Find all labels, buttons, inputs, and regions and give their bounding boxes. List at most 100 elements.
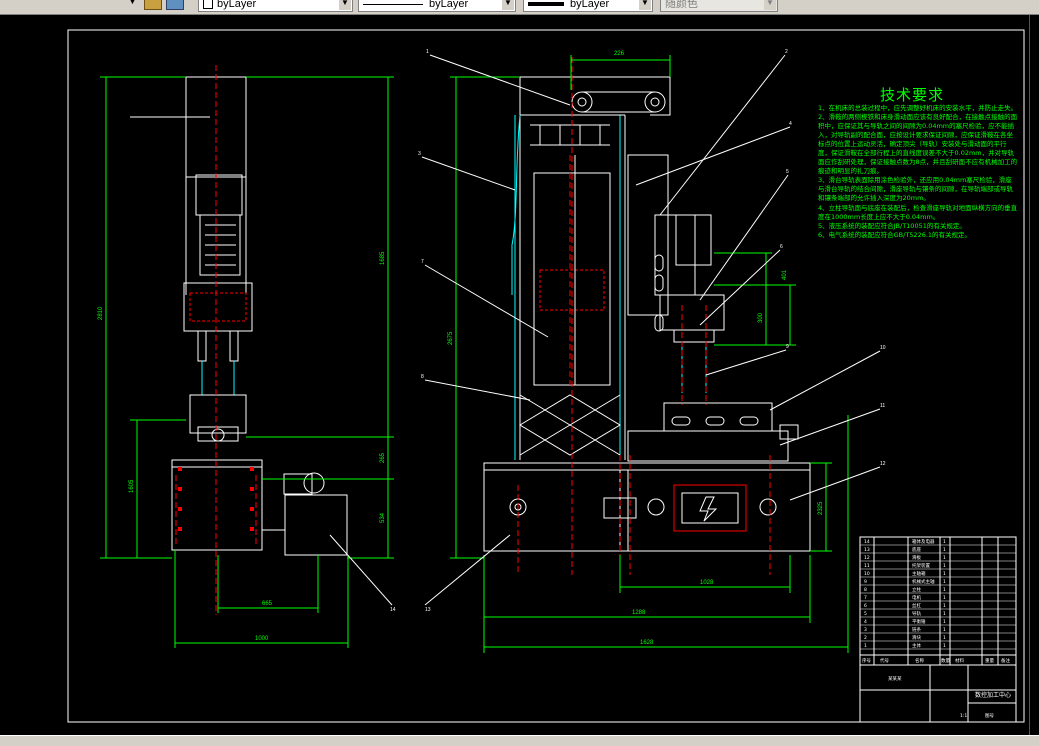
- tb-row-num: 14: [864, 539, 870, 545]
- side-view-dimensions: [100, 76, 394, 648]
- lineweight-preview: [528, 2, 564, 7]
- tb-row-qty: 1: [943, 619, 946, 625]
- tb-row-qty: 1: [943, 539, 946, 545]
- tb-row-qty: 1: [943, 643, 946, 649]
- note-item: 3、滑台导轨表面除用涂色检验外，还应用0.04mm塞尺检验，滑座与滑台导轨的结合…: [818, 176, 1013, 203]
- tb-row-num: 13: [864, 547, 870, 553]
- leader-label: 1: [426, 49, 429, 55]
- dim-left-bottom-total: 1000: [255, 636, 269, 642]
- tb-row-name: 主轴箱: [912, 570, 926, 577]
- dim-left-total: 2810: [98, 306, 104, 320]
- lineweight-combo-value: byLayer: [570, 0, 610, 10]
- tb-row-name: 立柱: [912, 586, 921, 593]
- tb-row-num: 9: [864, 579, 867, 585]
- tb-row-qty: 1: [943, 603, 946, 609]
- tb-row-name: 电机: [912, 594, 921, 601]
- linetype-preview: [363, 3, 423, 5]
- leader-label: 11: [880, 403, 885, 409]
- tb-row-qty: 1: [943, 579, 946, 585]
- leader-label: 6: [780, 244, 783, 250]
- tb-row-name: 底座: [912, 546, 921, 553]
- tb-row-qty: 1: [943, 595, 946, 601]
- tb-row-name: 机械式主轴: [912, 578, 935, 585]
- leader-label: 5: [786, 169, 789, 175]
- dim-mid-height: 2675: [448, 331, 454, 345]
- tb-company: 某某某: [888, 676, 902, 682]
- tb-row-qty: 1: [943, 611, 946, 617]
- technical-requirements-notes: 1、在机床的总装过程中，应先调整好机床的安装水平，并防止走失。 2、滑鞍的两侧楔…: [818, 104, 1018, 240]
- dim-left-small1: 265: [380, 452, 386, 463]
- tb-row-qty: 1: [943, 635, 946, 641]
- tb-header: 序号: [862, 657, 871, 664]
- tb-row-qty: 1: [943, 547, 946, 553]
- leader-label: 4: [789, 121, 792, 127]
- dim-left-mid: 1685: [380, 251, 386, 265]
- tb-row-name: 主体: [912, 642, 921, 649]
- title-block-rows: [860, 544, 1016, 650]
- note-item: 6、电气系统的装配应符合GB/T5226.1的有关规定。: [818, 230, 972, 239]
- side-view-centerlines: [130, 65, 257, 615]
- chevron-down-icon[interactable]: ▼: [639, 0, 651, 10]
- note-item: 2、滑鞍的两侧楔铁和床身滑动面应该有良好配合，在接触点接触的面积中，应保证其与导…: [818, 113, 1018, 176]
- vertical-scrollbar[interactable]: [1029, 15, 1039, 735]
- tb-row-num: 7: [864, 595, 867, 601]
- tb-row-name: 导轨: [912, 610, 921, 617]
- chevron-down-icon[interactable]: ▼: [339, 0, 351, 10]
- side-view-dim-text: 2810 1605 1685 265 534 665 1000: [98, 251, 386, 642]
- dropdown-arrow-icon[interactable]: ▼: [128, 0, 137, 6]
- tb-header: 备注: [1001, 657, 1010, 664]
- tb-row-name: 箱体及电器: [912, 538, 935, 545]
- tb-row-num: 8: [864, 587, 867, 593]
- tb-sheet: 图号: [985, 713, 994, 719]
- tb-row-qty: 1: [943, 627, 946, 633]
- leader-label: 10: [880, 345, 886, 351]
- dim-mid-right1: 401: [782, 269, 788, 280]
- lineweight-combo[interactable]: byLayer ▼: [523, 0, 653, 12]
- tb-row-name: 托架装置: [912, 562, 930, 569]
- tb-row-name: 平衡锤: [912, 618, 926, 625]
- tb-row-name: 滑板: [912, 554, 921, 561]
- dim-left-bottom-inner: 665: [262, 601, 273, 607]
- tb-row-qty: 1: [943, 587, 946, 593]
- dim-left-small2: 534: [380, 512, 386, 523]
- tb-row-num: 2: [864, 635, 867, 641]
- side-view: [171, 76, 348, 556]
- leader-label: 9: [786, 344, 789, 350]
- leader-label: 7: [421, 259, 424, 265]
- note-item: 1、在机床的总装过程中，应先调整好机床的安装水平，并防止走失。: [818, 104, 1018, 112]
- layer-manager-icon[interactable]: [166, 0, 184, 10]
- tb-row-num: 1: [864, 643, 867, 649]
- layer-stack-icon[interactable]: [144, 0, 162, 10]
- tb-row-num: 5: [864, 611, 867, 617]
- front-view-centerlines: [517, 57, 771, 575]
- leader-lines: [329, 54, 881, 606]
- linetype-combo-value: byLayer: [429, 0, 469, 10]
- linetype-combo[interactable]: byLayer ▼: [358, 0, 516, 12]
- layer-icons[interactable]: ▼: [128, 0, 188, 10]
- tb-row-qty: 1: [943, 571, 946, 577]
- tb-row-num: 6: [864, 603, 867, 609]
- dim-base-height: 2325: [818, 501, 824, 515]
- plotstyle-combo[interactable]: 随颜色 ▼: [660, 0, 778, 12]
- tb-row-name: 链条: [912, 626, 921, 633]
- chevron-down-icon[interactable]: ▼: [764, 0, 776, 10]
- chevron-down-icon[interactable]: ▼: [502, 0, 514, 10]
- tb-scale: 1:1: [960, 713, 967, 719]
- color-combo[interactable]: byLayer ▼: [198, 0, 353, 12]
- tb-row-name: 滑块: [912, 634, 921, 641]
- leader-label: 14: [390, 607, 396, 613]
- tb-row-qty: 1: [943, 555, 946, 561]
- plotstyle-combo-value: 随颜色: [665, 0, 698, 10]
- dim-base-width1: 1028: [700, 580, 714, 586]
- leader-label: 13: [425, 607, 431, 613]
- leader-label: 2: [785, 49, 788, 55]
- dim-top-width: 226: [614, 51, 625, 57]
- properties-toolbar: ▼ byLayer ▼ byLayer ▼ byLayer ▼ 随颜色 ▼: [0, 0, 1039, 15]
- front-view-dim-text: 226 2675 401 300 2325 1028 1288 1628: [448, 51, 824, 646]
- note-item: 4、立柱导轨面与底座在装配后，检查滑座导轨对地面纵横方向的垂直度在1000mm长…: [818, 203, 1018, 221]
- color-swatch-icon: [203, 0, 213, 10]
- dim-base-width2: 1288: [632, 610, 646, 616]
- tb-row-num: 12: [864, 555, 870, 561]
- dim-base-width3: 1628: [640, 640, 654, 646]
- front-view-hidden: [511, 114, 521, 295]
